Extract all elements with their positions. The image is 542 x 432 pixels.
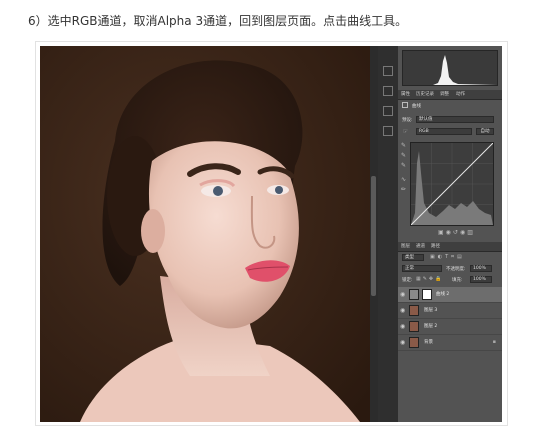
layer-name: 图层 2 <box>424 324 438 329</box>
lock-icons[interactable]: ▦✎✥🔒 <box>416 276 443 282</box>
layer-thumbnail <box>409 321 419 332</box>
histogram-graph <box>403 55 497 85</box>
photoshop-screenshot: 属性 历史记录 调整 动作 曲线 预设: 默认值 ☞ RGB 自动 ✎ ✎ ✎ … <box>40 46 502 422</box>
layer-row-background[interactable]: ◉ 背景 ▪ <box>398 335 502 351</box>
layer-name: 图层 3 <box>424 308 438 313</box>
eye-icon[interactable]: ◉ <box>400 307 405 314</box>
pencil-icon[interactable]: ✏ <box>400 186 407 193</box>
eyedropper-icon[interactable]: ✎ <box>400 152 407 159</box>
blend-row: 正常 不透明度: 100% <box>400 265 500 273</box>
eye-icon[interactable]: ◉ <box>400 323 405 330</box>
panel-icon-dock <box>378 46 399 422</box>
opacity-label: 不透明度: <box>446 267 466 272</box>
channel-row: ☞ RGB 自动 <box>400 128 500 136</box>
layer-mask-thumb[interactable] <box>422 289 432 300</box>
layer-name: 背景 <box>424 340 433 345</box>
properties-tabs: 属性 历史记录 调整 动作 <box>398 90 502 100</box>
blend-mode-select[interactable]: 正常 <box>402 265 442 272</box>
canvas-scrollbar[interactable] <box>370 46 378 422</box>
properties-title: 曲线 <box>412 104 421 109</box>
scrollbar-thumb[interactable] <box>371 176 376 296</box>
opacity-field[interactable]: 100% <box>470 265 492 272</box>
auto-button[interactable]: 自动 <box>476 128 494 135</box>
properties-footer-buttons: ▣◉↺◉▥ <box>438 229 475 236</box>
dock-button[interactable] <box>383 126 393 136</box>
eye-icon[interactable]: ◉ <box>400 339 405 346</box>
right-panels: 属性 历史记录 调整 动作 曲线 预设: 默认值 ☞ RGB 自动 ✎ ✎ ✎ … <box>398 46 502 422</box>
reset-icon[interactable]: ↺ <box>453 229 460 236</box>
preset-label: 预设: <box>402 118 413 123</box>
lock-row: 锁定: ▦✎✥🔒 填充: 100% <box>400 276 500 284</box>
eyedropper-icon[interactable]: ✎ <box>400 162 407 169</box>
layers-tabs: 图层 通道 路径 <box>398 242 502 252</box>
preset-select[interactable]: 默认值 <box>416 116 494 123</box>
step-caption: 6）选中RGB通道，取消Alpha 3通道，回到图层页面。点击曲线工具。 <box>28 14 408 28</box>
layer-row-curves[interactable]: ◉ 曲线 2 <box>398 287 502 303</box>
layer-thumbnail <box>409 305 419 316</box>
properties-title-row: 曲线 <box>400 102 500 110</box>
layer-thumbnail <box>409 337 419 348</box>
tab-properties[interactable]: 属性 <box>401 91 410 97</box>
curve-point-icon[interactable]: ∿ <box>400 176 407 183</box>
tab-layers[interactable]: 图层 <box>401 243 410 249</box>
tab-history[interactable]: 历史记录 <box>416 91 434 97</box>
layer-filter-row: 类型 ▣◐T⌗▤ <box>400 254 500 262</box>
curves-adjustment-icon <box>409 289 419 300</box>
document-canvas[interactable] <box>40 46 370 422</box>
histogram-panel <box>402 50 498 86</box>
target-adjust-icon[interactable]: ☞ <box>402 128 409 135</box>
eye-icon[interactable]: ◉ <box>400 291 405 298</box>
tab-channels[interactable]: 通道 <box>416 243 425 249</box>
tab-paths[interactable]: 路径 <box>431 243 440 249</box>
layer-row[interactable]: ◉ 图层 2 <box>398 319 502 335</box>
clip-icon[interactable]: ▣ <box>438 229 446 236</box>
curves-plot <box>410 142 494 226</box>
tab-adjustments[interactable]: 调整 <box>440 91 449 97</box>
portrait-photo <box>40 46 370 422</box>
dock-button[interactable] <box>383 86 393 96</box>
layer-row[interactable]: ◉ 图层 3 <box>398 303 502 319</box>
filter-icons[interactable]: ▣◐T⌗▤ <box>430 254 465 260</box>
fill-field[interactable]: 100% <box>470 276 492 283</box>
fill-label: 填充: <box>452 278 463 283</box>
tab-actions[interactable]: 动作 <box>456 91 465 97</box>
dock-button[interactable] <box>383 66 393 76</box>
dock-button[interactable] <box>383 106 393 116</box>
curves-graph[interactable] <box>410 142 494 226</box>
view-previous-icon[interactable]: ◉ <box>446 229 453 236</box>
kind-filter-select[interactable]: 类型 <box>402 254 424 261</box>
lock-label: 锁定: <box>402 278 413 283</box>
curves-adjustment-icon <box>402 102 408 108</box>
channel-select[interactable]: RGB <box>416 128 472 135</box>
eyedropper-icon[interactable]: ✎ <box>400 142 407 149</box>
lock-icon: ▪ <box>492 339 496 345</box>
trash-icon[interactable]: ▥ <box>467 229 475 236</box>
preset-row: 预设: 默认值 <box>400 116 500 124</box>
layer-name: 曲线 2 <box>436 292 450 297</box>
